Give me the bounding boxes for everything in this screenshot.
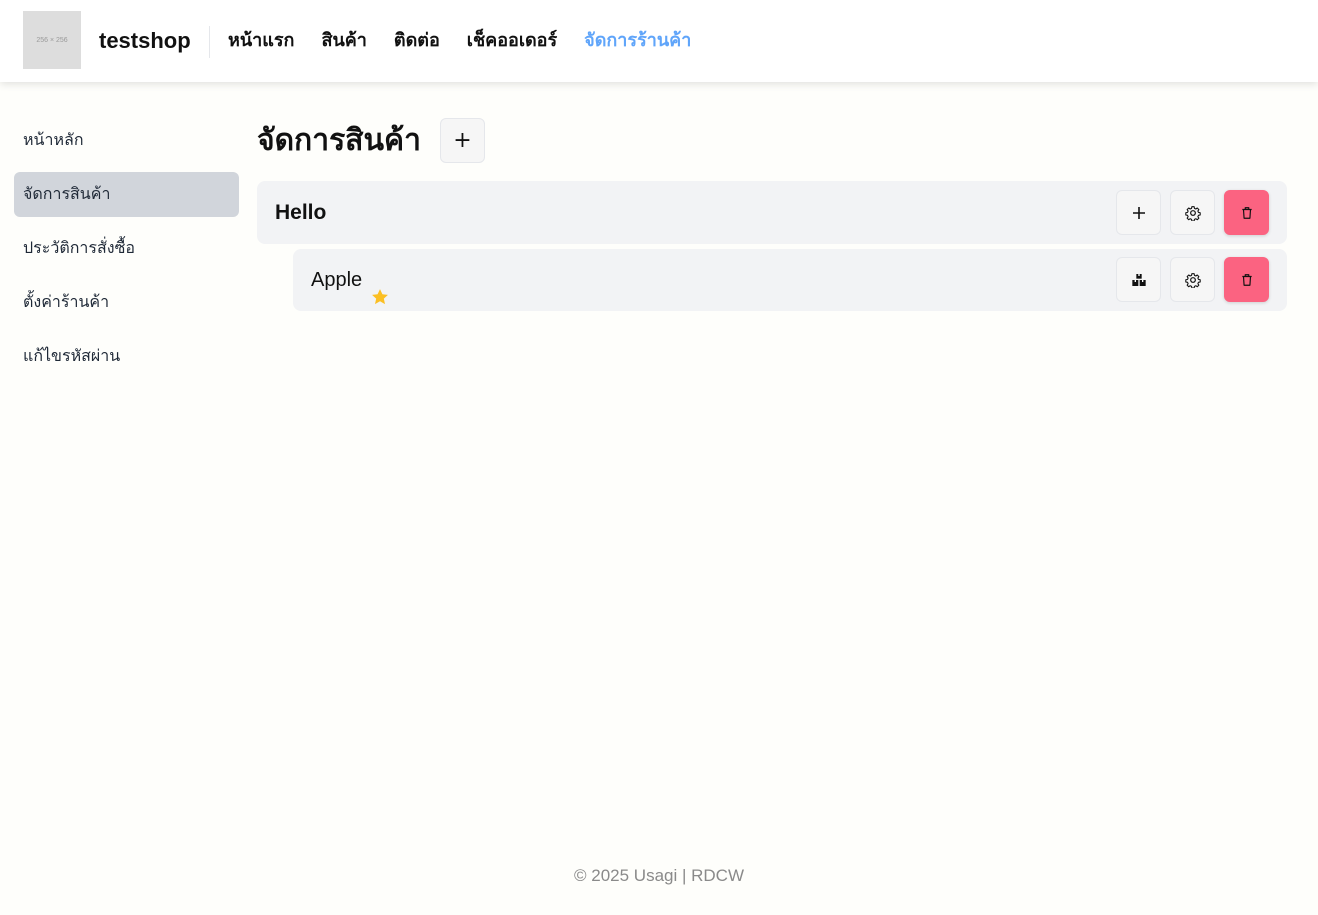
- sidebar-item-order-history[interactable]: ประวัติการสั่งซื้อ: [14, 226, 239, 271]
- add-category-button[interactable]: +: [439, 118, 485, 163]
- page-title-row: จัดการสินค้า +: [257, 118, 1287, 163]
- trash-icon: [1240, 273, 1254, 287]
- nav-contact[interactable]: ติดต่อ: [394, 26, 440, 56]
- page-title: จัดการสินค้า: [257, 123, 421, 158]
- product-name: Apple: [311, 269, 363, 291]
- plus-icon: [1132, 206, 1146, 220]
- delete-product-button[interactable]: [1224, 257, 1269, 302]
- product-name-wrap: Apple: [311, 249, 390, 311]
- stock-button[interactable]: [1116, 257, 1161, 302]
- top-header: 256 × 256 testshop หน้าแรก สินค้า ติดต่อ…: [0, 0, 1318, 82]
- category-settings-button[interactable]: [1170, 190, 1215, 235]
- header-divider: [209, 26, 210, 58]
- logo-placeholder-text: 256 × 256: [36, 36, 68, 44]
- nav-manage-shop[interactable]: จัดการร้านค้า: [584, 26, 691, 56]
- category-name: Hello: [275, 201, 327, 224]
- gear-icon: [1184, 272, 1201, 288]
- nav-products[interactable]: สินค้า: [321, 26, 366, 56]
- sidebar-item-manage-products[interactable]: จัดการสินค้า: [14, 172, 239, 217]
- add-product-button[interactable]: [1116, 190, 1161, 235]
- product-row: Apple: [293, 249, 1287, 311]
- sidebar-item-home[interactable]: หน้าหลัก: [14, 118, 239, 163]
- trash-icon: [1240, 206, 1254, 220]
- sidebar-item-shop-settings[interactable]: ตั้งค่าร้านค้า: [14, 280, 239, 325]
- boxes-icon: [1131, 272, 1147, 288]
- product-actions: [1116, 257, 1269, 302]
- shop-name[interactable]: testshop: [99, 26, 191, 56]
- category-actions: [1116, 190, 1269, 235]
- footer: © 2025 Usagi | RDCW: [574, 866, 744, 885]
- main-content: จัดการสินค้า + Hello Apple: [257, 118, 1287, 311]
- gear-icon: [1184, 205, 1201, 221]
- delete-category-button[interactable]: [1224, 190, 1269, 235]
- shop-logo[interactable]: 256 × 256: [23, 11, 81, 69]
- nav-check-order[interactable]: เช็คออเดอร์: [467, 26, 557, 56]
- sidebar: หน้าหลัก จัดการสินค้า ประวัติการสั่งซื้อ…: [14, 118, 239, 388]
- nav-home[interactable]: หน้าแรก: [228, 26, 294, 56]
- sidebar-item-change-password[interactable]: แก้ไขรหัสผ่าน: [14, 334, 239, 379]
- category-row: Hello: [257, 181, 1287, 244]
- main-nav: หน้าแรก สินค้า ติดต่อ เช็คออเดอร์ จัดการ…: [228, 26, 691, 56]
- star-icon: [370, 270, 390, 305]
- product-settings-button[interactable]: [1170, 257, 1215, 302]
